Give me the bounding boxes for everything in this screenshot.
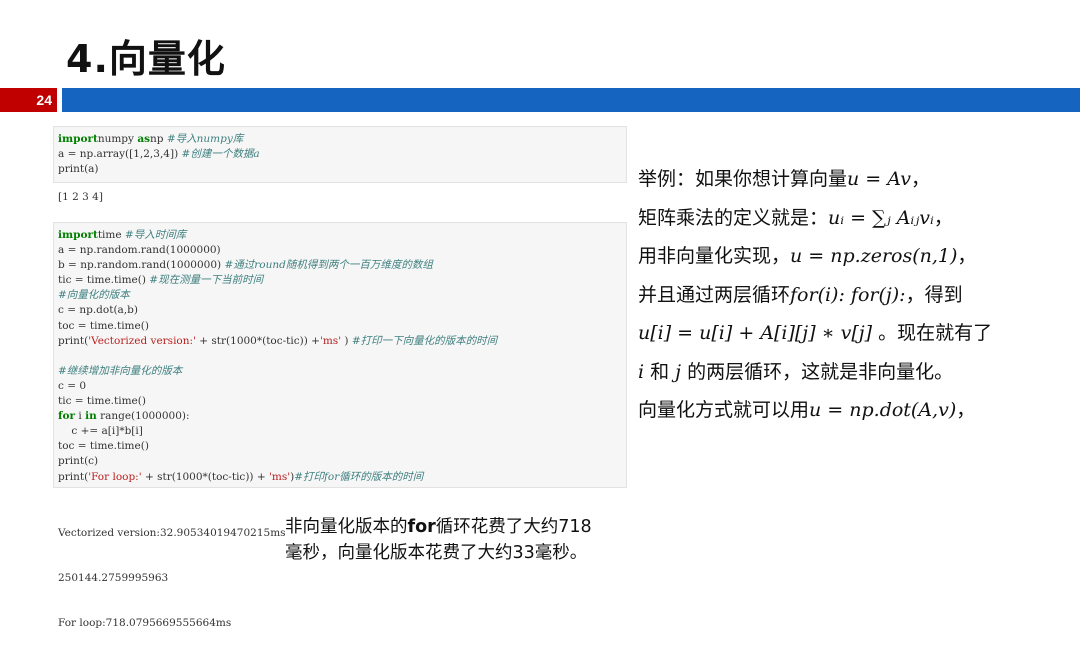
output-cell-2: Vectorized version:32.90534019470215ms 2… [58,496,286,646]
explain-text: 并且通过两层循环 [638,283,791,306]
note-text: 循环花费了大约718 [435,517,592,537]
math-expr: for(i): for(j): [790,283,906,306]
math-expr: u = Av [847,168,911,190]
math-expr: u = np.dot(A,v) [809,399,957,421]
explain-text: ， [933,206,953,229]
code-line: print('Vectorized version:' + str(1000*(… [58,334,498,347]
header-bar [62,88,1080,112]
code-line: importtime #导入时间库 [58,229,187,241]
math-expr: u[i] = u[i] + A[i][j] ∗ v[j] [638,322,873,344]
output-line: Vectorized version:32.90534019470215ms [58,527,286,539]
explain-text: 举例：如果你想计算向量 [638,168,848,190]
explain-text: ，得到 [905,283,963,306]
page-title: 4.向量化 [66,37,226,81]
math-expr: u = np.zeros(n,1) [790,245,958,267]
code-line: print(c) [58,455,99,468]
code-line: c = 0 [58,379,87,392]
output-cell-1: [1 2 3 4] [58,191,103,203]
code-line: importnumpy asnp #导入numpy库 [58,133,244,145]
explain-text: 用非向量化实现， [638,245,791,267]
explain-line-3: 用非向量化实现，u = np.zeros(n,1)， [638,237,1068,276]
code-line: a = np.random.rand(1000000) [58,244,221,257]
code-line: tic = time.time() [58,395,146,408]
code-cell-2: importtime #导入时间库 a = np.random.rand(1000… [53,222,627,488]
timing-note: 非向量化版本的for循环花费了大约718 毫秒，向量化版本花费了大约33毫秒。 [285,514,645,566]
slide-number: 24 [0,88,57,112]
explain-line-6: i 和 j 的两层循环，这就是非向量化。 [638,353,1068,392]
code-line: a = np.array([1,2,3,4]) #创建一个数据a [58,148,260,161]
math-expr: uᵢ = ∑ⱼ Aᵢⱼvᵢ [828,206,934,229]
explain-text: ， [957,245,977,267]
explain-line-4: 并且通过两层循环for(i): for(j):，得到 [638,276,1068,315]
explain-text: 向量化方式就可以用 [638,399,810,421]
explain-line-5: u[i] = u[i] + A[i][j] ∗ v[j] 。现在就有了 [638,314,1068,353]
explain-text: ， [956,399,976,421]
explain-text: 和 [644,360,676,383]
code-line: print(a) [58,163,99,176]
code-line: #向量化的版本 [58,289,130,302]
code-line: c += a[i]*b[i] [58,425,143,438]
explain-text: 矩阵乘法的定义就是： [638,206,829,229]
output-line: 250144.2759995963 [58,572,169,585]
explain-line-7: 向量化方式就可以用u = np.dot(A,v)， [638,391,1068,430]
explain-line-2: 矩阵乘法的定义就是：uᵢ = ∑ⱼ Aᵢⱼvᵢ， [638,199,1068,238]
explanation-text: 举例：如果你想计算向量u = Av， 矩阵乘法的定义就是：uᵢ = ∑ⱼ Aᵢⱼ… [638,160,1068,430]
note-text: 毫秒，向量化版本花费了大约33毫秒。 [285,543,588,563]
code-line: b = np.random.rand(1000000) #通过round随机得到… [58,259,433,272]
explain-text: 。现在就有了 [872,322,993,344]
code-cell-1: importnumpy asnp #导入numpy库 a = np.array([… [53,126,627,183]
note-text: 非向量化版本的 [285,517,408,537]
code-line: c = np.dot(a,b) [58,304,138,317]
explain-text: ， [910,168,930,190]
explain-line-1: 举例：如果你想计算向量u = Av， [638,160,1068,199]
code-line: #继续增加非向量化的版本 [58,364,183,377]
code-line: toc = time.time() [58,319,149,332]
code-line: tic = time.time() #现在测量一下当前时间 [58,274,264,287]
note-keyword: for [407,517,436,537]
explain-text: 的两层循环，这就是非向量化。 [681,360,954,383]
output-line: For loop:718.0795669555664ms [58,617,232,630]
code-line: toc = time.time() [58,440,149,453]
code-line: print('For loop:' + str(1000*(toc-tic)) … [58,470,424,483]
code-line: for i in range(1000000): [58,410,190,423]
